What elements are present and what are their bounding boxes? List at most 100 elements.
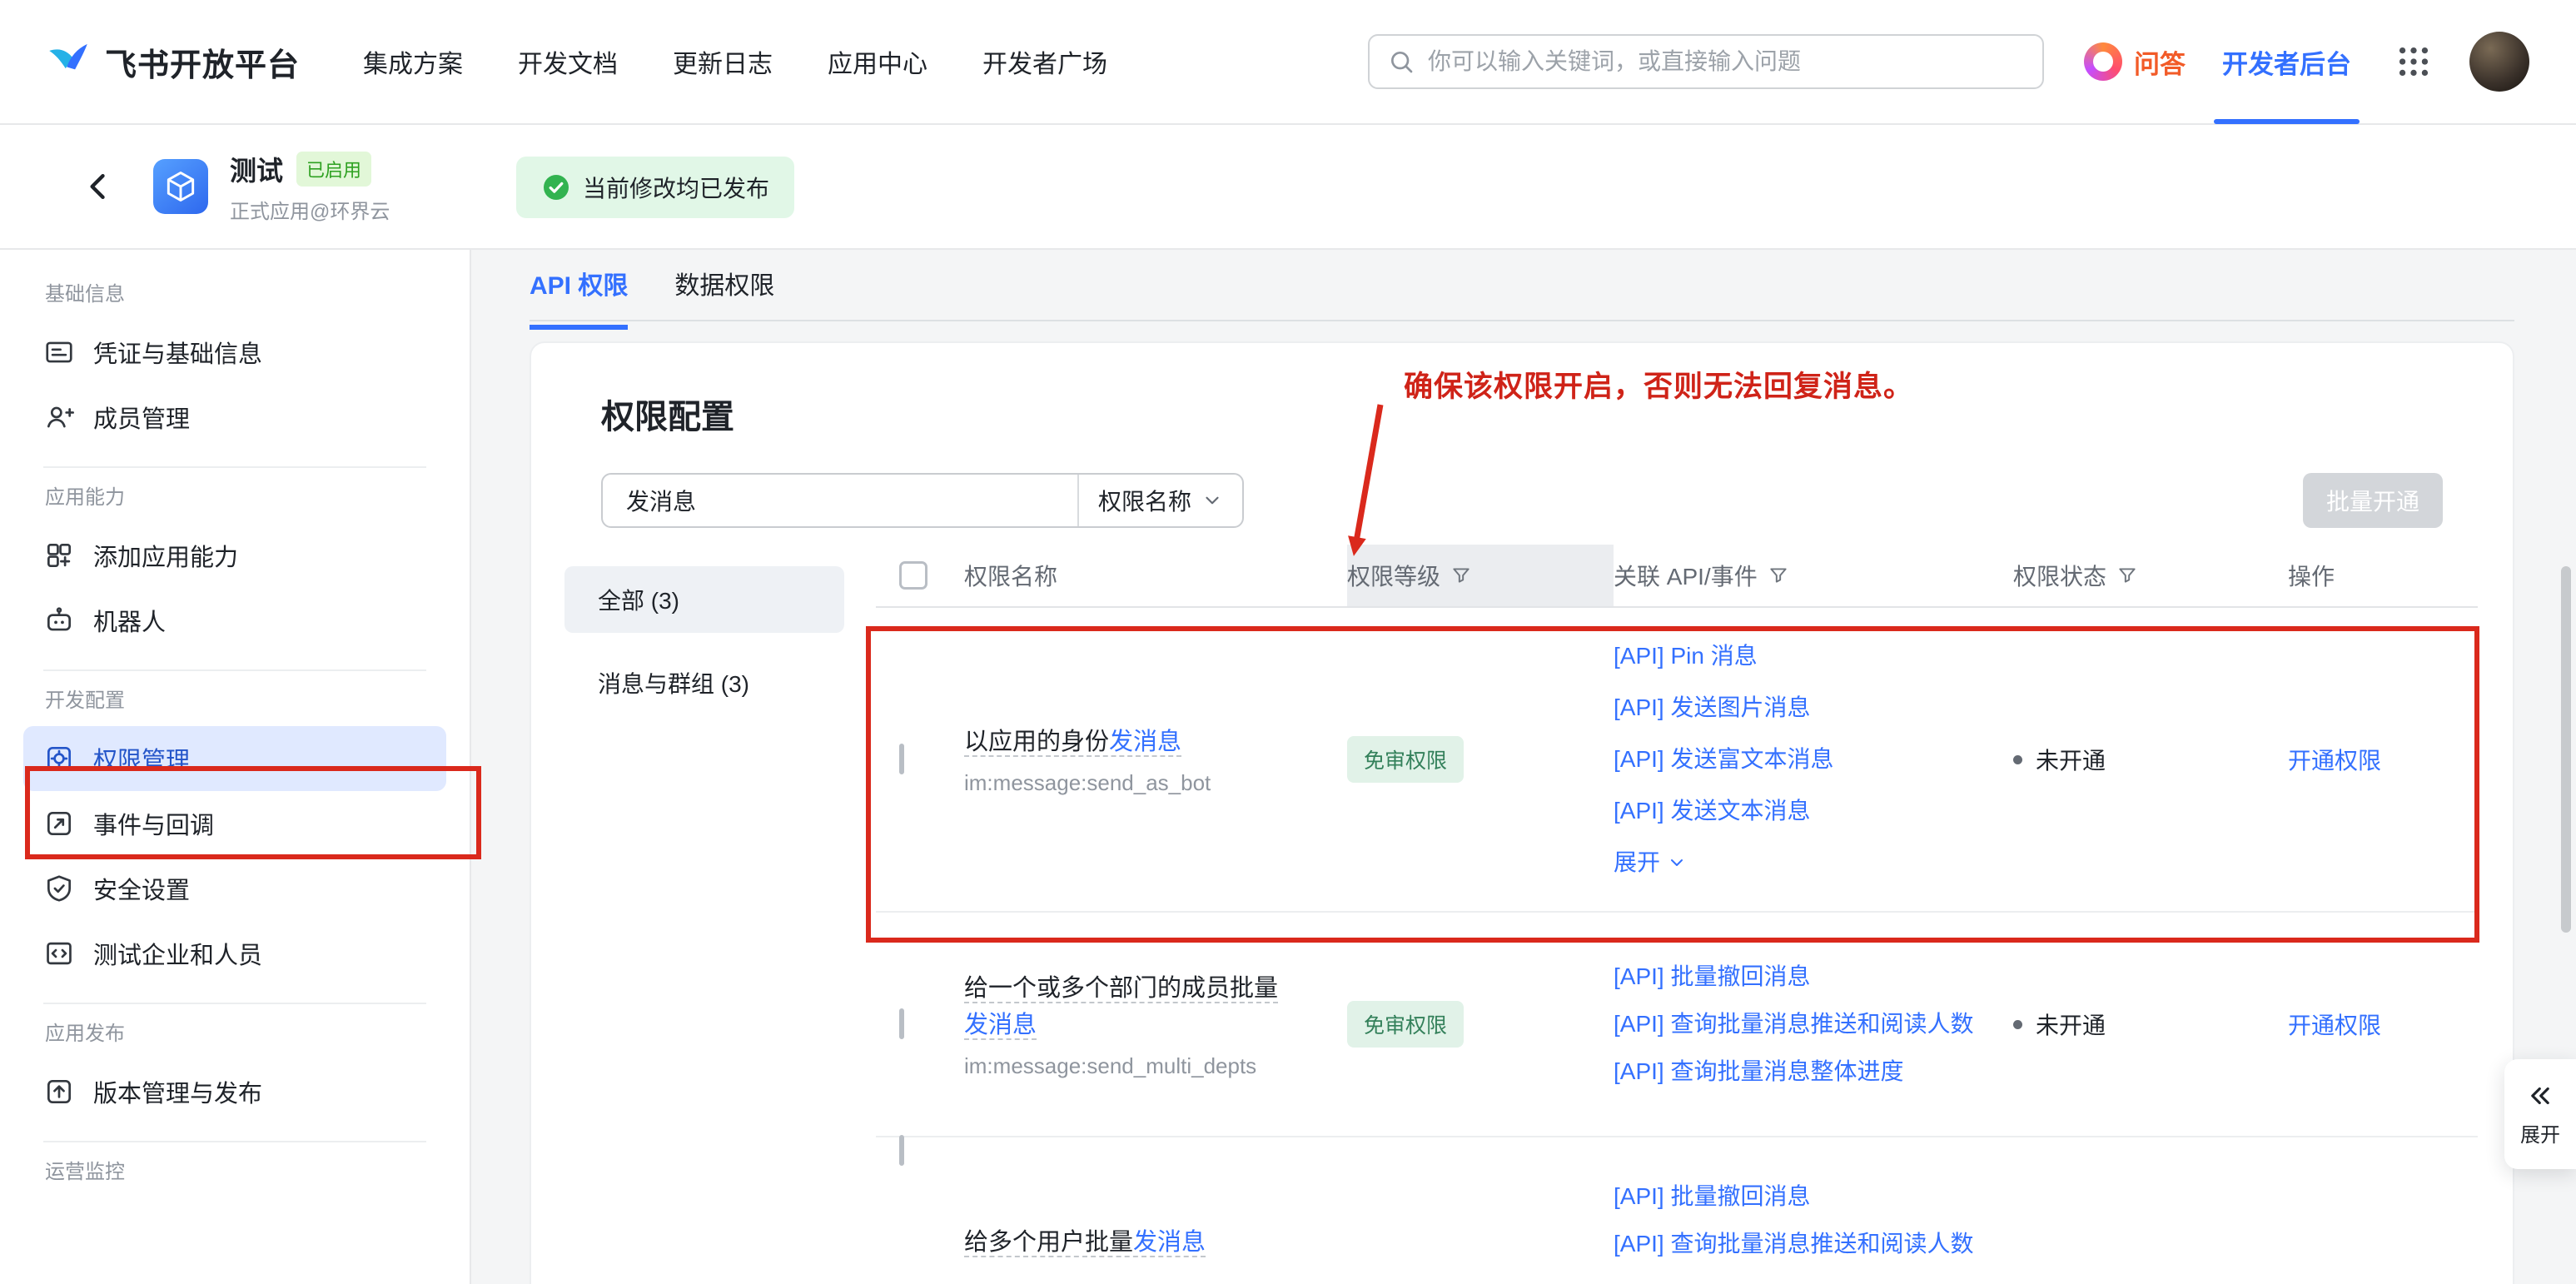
filter-item-message-group[interactable]: 消息与群组 (3)	[564, 649, 844, 716]
related-apis-cell: [API] 批量撤回消息 [API] 查询批量消息推送和阅读人数 [API] 查…	[1614, 913, 2013, 1136]
permission-name[interactable]: 以应用的身份发消息	[964, 729, 1181, 757]
table-row: 给一个或多个部门的成员批量发消息 im:message:send_multi_d…	[876, 913, 2478, 1137]
permission-name-cell: 给一个或多个部门的成员批量发消息 im:message:send_multi_d…	[964, 970, 1347, 1079]
sidebar-section-dev-config: 开发配置	[23, 688, 446, 714]
api-link[interactable]: [API] 批量撤回消息	[1614, 951, 1988, 1003]
filter-item-all[interactable]: 全部 (3)	[564, 566, 844, 633]
back-button[interactable]	[80, 168, 117, 205]
row-checkbox[interactable]	[899, 1135, 904, 1166]
status-cell: 未开通	[2013, 1008, 2288, 1041]
enabled-status-badge: 已启用	[296, 152, 371, 187]
batch-open-button[interactable]: 批量开通	[2303, 473, 2443, 528]
permission-config-card: 权限配置 权限名称 批量开通 全部 (3) 消息与群组 (3) 权限名称	[530, 341, 2514, 1284]
feishu-logo[interactable]: 飞书开放平台	[47, 39, 300, 85]
primary-nav: 集成方案 开发文档 更新日志 应用中心 开发者广场	[363, 43, 1107, 80]
sidebar-item-credentials[interactable]: 凭证与基础信息	[23, 320, 446, 385]
global-search-input[interactable]	[1428, 48, 2024, 75]
nav-item-integration[interactable]: 集成方案	[363, 43, 463, 80]
app-meta: 测试 已启用 正式应用@环界云	[230, 150, 390, 224]
api-link[interactable]: [API] 查询批量消息推送和阅读人数	[1614, 1003, 1988, 1046]
search-field-select[interactable]: 权限名称	[1077, 475, 1242, 526]
api-link[interactable]: [API] 查询批量消息整体进度	[1614, 1046, 1988, 1097]
nav-item-app-center[interactable]: 应用中心	[828, 43, 927, 80]
global-search[interactable]	[1368, 34, 2044, 89]
api-link[interactable]: [API] 发送富文本消息	[1614, 734, 1988, 785]
permission-search-input[interactable]	[603, 487, 1077, 514]
app-launcher-button[interactable]	[2394, 42, 2433, 81]
related-apis-cell: [API] Pin 消息 [API] 发送图片消息 [API] 发送富文本消息 …	[1614, 608, 2013, 911]
open-permission-link[interactable]: 开通权限	[2288, 1013, 2381, 1038]
header-related-api: 关联 API/事件	[1614, 545, 2013, 606]
permission-scope: im:message:send_multi_depts	[964, 1053, 1314, 1079]
sidebar-divider	[43, 1141, 426, 1142]
top-nav: 飞书开放平台 集成方案 开发文档 更新日志 应用中心 开发者广场 问答 开发者后…	[0, 0, 2576, 125]
sidebar-item-add-capability[interactable]: 添加应用能力	[23, 523, 446, 588]
related-apis-cell: [API] 批量撤回消息 [API] 查询批量消息推送和阅读人数	[1614, 1137, 2013, 1284]
check-circle-icon	[541, 172, 571, 202]
sidebar-section-release: 应用发布	[23, 1021, 446, 1048]
double-chevron-left-icon	[2526, 1082, 2554, 1110]
permission-name-cell: 以应用的身份发消息 im:message:send_as_bot	[964, 724, 1347, 796]
publish-arrow-icon	[43, 1076, 75, 1107]
logo-text: 飞书开放平台	[105, 39, 300, 85]
code-brackets-icon	[43, 938, 75, 969]
sidebar-divider	[43, 466, 426, 468]
table-row: 以应用的身份发消息 im:message:send_as_bot 免审权限 [A…	[876, 608, 2478, 913]
sidebar-divider	[43, 1003, 426, 1004]
sidebar-item-bot[interactable]: 机器人	[23, 588, 446, 653]
app-icon	[153, 159, 208, 214]
expand-apis-link[interactable]: 展开	[1614, 837, 1988, 888]
chevron-down-icon	[1201, 490, 1223, 511]
filter-funnel-icon[interactable]	[2116, 565, 2138, 586]
api-link[interactable]: [API] 发送文本消息	[1614, 785, 1988, 837]
header-permission-name: 权限名称	[964, 545, 1347, 606]
nav-item-dev-square[interactable]: 开发者广场	[982, 43, 1107, 80]
shield-check-icon	[43, 873, 75, 904]
publish-status-pill: 当前修改均已发布	[516, 157, 794, 218]
chevron-left-icon	[80, 168, 117, 205]
developer-console-tab[interactable]: 开发者后台	[2222, 0, 2351, 124]
api-link[interactable]: [API] 批量撤回消息	[1614, 1171, 1988, 1222]
grid-plus-icon	[43, 540, 75, 571]
api-link[interactable]: [API] Pin 消息	[1614, 630, 1988, 682]
permission-search[interactable]: 权限名称	[601, 473, 1244, 528]
table-header: 权限名称 权限等级 关联 API/事件 权限状态 操作	[876, 545, 2478, 608]
permission-name[interactable]: 给多个用户批量发消息	[964, 1229, 1206, 1257]
row-checkbox[interactable]	[899, 744, 904, 774]
user-avatar[interactable]	[2469, 32, 2529, 92]
sidebar-item-version[interactable]: 版本管理与发布	[23, 1059, 446, 1124]
sidebar-item-security[interactable]: 安全设置	[23, 856, 446, 921]
qa-label: 问答	[2134, 43, 2186, 81]
search-icon	[1388, 48, 1415, 75]
sidebar-section-monitor: 运营监控	[23, 1159, 446, 1186]
status-dot-icon	[2013, 1020, 2022, 1029]
sidebar-divider	[43, 669, 426, 671]
filter-funnel-icon[interactable]	[1768, 565, 1789, 586]
qa-entry[interactable]: 问答	[2084, 42, 2186, 81]
member-icon	[43, 401, 75, 433]
open-permission-link[interactable]: 开通权限	[2288, 748, 2381, 774]
sidebar-section-capability: 应用能力	[23, 485, 446, 511]
active-tab-underline	[2214, 119, 2360, 124]
sidebar-item-members[interactable]: 成员管理	[23, 385, 446, 450]
id-card-icon	[43, 336, 75, 368]
sidebar-item-test-org[interactable]: 测试企业和人员	[23, 921, 446, 986]
sidebar: 基础信息 凭证与基础信息 成员管理 应用能力 添加应用能力 机器人 开发配置	[0, 250, 471, 1284]
select-all-checkbox[interactable]	[899, 561, 927, 590]
app-name: 测试	[230, 150, 283, 188]
tabs-divider	[530, 320, 2514, 321]
api-link[interactable]: [API] 查询批量消息推送和阅读人数	[1614, 1222, 1988, 1266]
robot-icon	[43, 605, 75, 636]
collapse-panel-handle[interactable]: 展开	[2504, 1059, 2576, 1169]
nav-item-docs[interactable]: 开发文档	[518, 43, 618, 80]
nav-item-changelog[interactable]: 更新日志	[673, 43, 773, 80]
api-link[interactable]: [API] 发送图片消息	[1614, 682, 1988, 734]
sidebar-item-permissions[interactable]: 权限管理	[23, 726, 446, 791]
filter-funnel-icon[interactable]	[1450, 565, 1472, 586]
main-content: API 权限 数据权限 权限配置 权限名称 批量开通 全部 (3) 消息与群组 …	[471, 250, 2576, 1284]
row-checkbox[interactable]	[899, 1008, 904, 1039]
permission-name[interactable]: 给一个或多个部门的成员批量发消息	[964, 975, 1278, 1040]
vertical-scrollbar[interactable]	[2561, 566, 2571, 933]
permissions-table: 权限名称 权限等级 关联 API/事件 权限状态 操作	[876, 545, 2478, 1284]
sidebar-item-events[interactable]: 事件与回调	[23, 791, 446, 856]
